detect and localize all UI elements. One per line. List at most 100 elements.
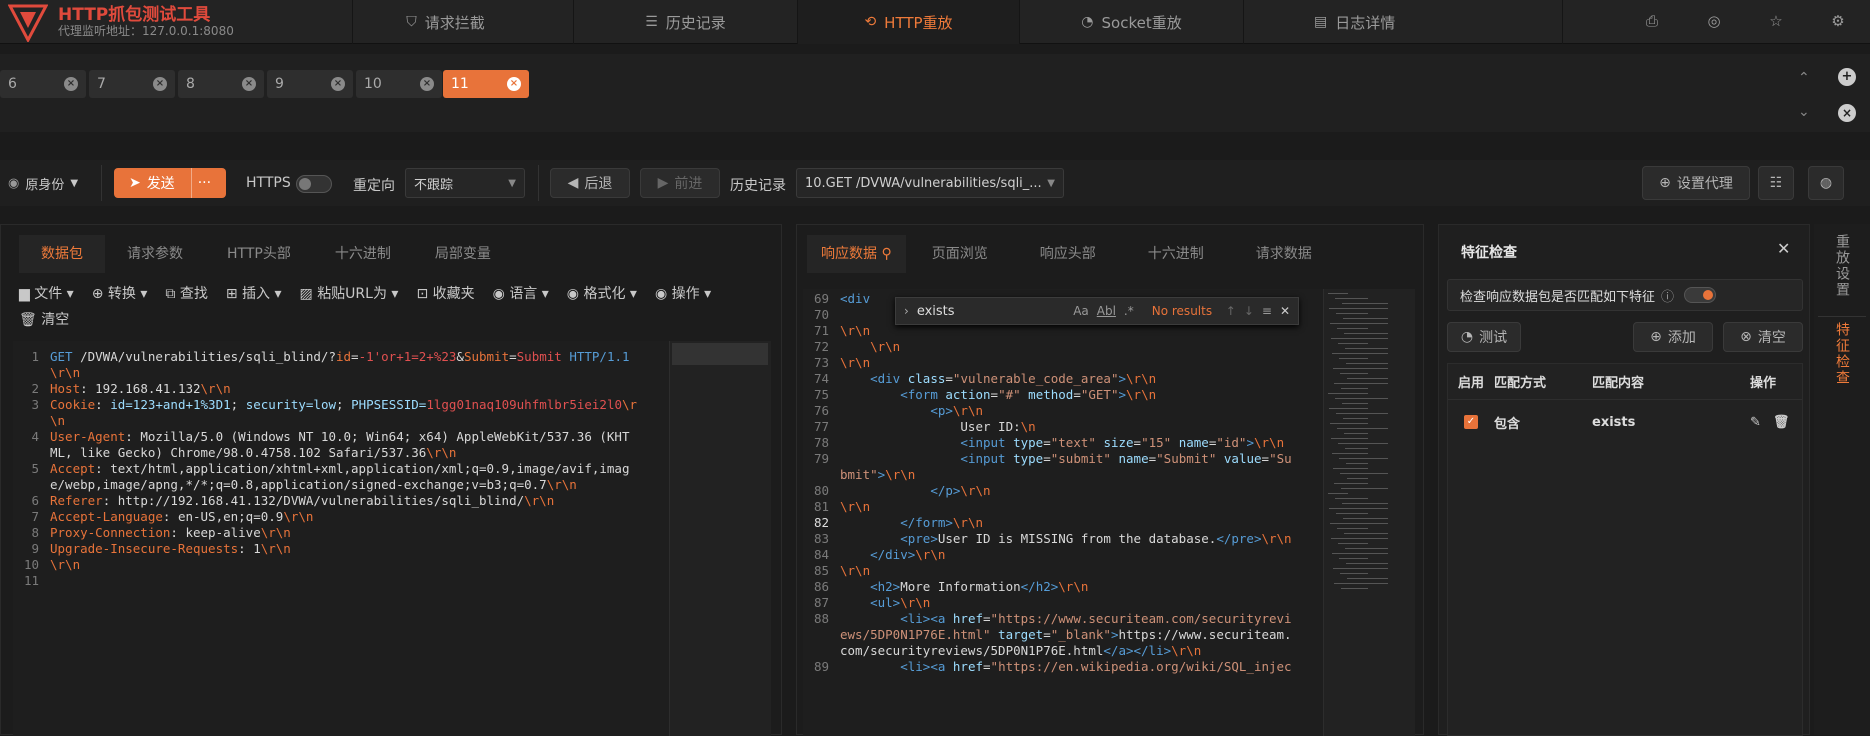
replay-tab-active[interactable]: 11 × xyxy=(443,70,529,98)
paste-url-menu[interactable]: ▨ 粘贴URL为 ▾ xyxy=(300,283,399,303)
history-select[interactable]: 10.GET /DVWA/vulnerabilities/sqli_... ▼ xyxy=(796,168,1064,198)
convert-menu[interactable]: ⊕ 转换 ▾ xyxy=(92,283,148,303)
tab-local-vars[interactable]: 局部变量 xyxy=(413,235,513,273)
tab-request-data[interactable]: 请求数据 xyxy=(1230,235,1338,273)
forward-button[interactable]: ▶ 前进 xyxy=(640,168,720,198)
favorites-button[interactable]: ⊡ 收藏夹 xyxy=(416,283,474,303)
tab-response-headers[interactable]: 响应头部 xyxy=(1014,235,1122,273)
replay-tab[interactable]: 10 × xyxy=(356,70,442,98)
chevron-down-icon[interactable]: ⌄ xyxy=(1798,104,1810,120)
close-icon[interactable]: × xyxy=(153,77,167,91)
minimap-line xyxy=(1347,378,1388,379)
code-token: "submit" xyxy=(1050,451,1111,466)
replay-tab[interactable]: 6 × xyxy=(0,70,86,98)
help-icon[interactable]: ⓘ xyxy=(1661,286,1674,305)
send-button[interactable]: ➤ 发送 ··· xyxy=(114,168,226,198)
close-icon[interactable]: × xyxy=(331,77,345,91)
tab-packet[interactable]: 数据包 xyxy=(19,235,105,273)
file-menu[interactable]: ▆ 文件 ▾ xyxy=(19,283,74,303)
convert-icon: ⊕ xyxy=(91,286,108,302)
close-icon[interactable]: × xyxy=(64,77,78,91)
code-token: Upgrade-Insecure-Requests xyxy=(50,541,239,556)
trash-icon[interactable]: 🗑 xyxy=(1773,415,1790,430)
tab-hex[interactable]: 十六进制 xyxy=(313,235,413,273)
redirect-select[interactable]: 不跟踪 ▼ xyxy=(405,168,525,198)
tab-log-details[interactable]: ▤ 日志详情 xyxy=(1243,0,1563,44)
close-icon[interactable]: × xyxy=(242,77,256,91)
insert-menu[interactable]: ⊞ 插入 ▾ xyxy=(226,283,282,303)
whole-word-toggle[interactable]: Abl xyxy=(1097,304,1116,318)
minimap-line xyxy=(1336,313,1368,314)
regex-toggle[interactable]: .* xyxy=(1124,304,1134,318)
tab-response-hex[interactable]: 十六进制 xyxy=(1122,235,1230,273)
find-input[interactable]: exists xyxy=(917,304,1065,319)
arrow-down-icon[interactable]: ↓ xyxy=(1244,304,1254,318)
more-options-button[interactable]: ··· xyxy=(198,175,211,191)
close-icon[interactable]: ✕ xyxy=(1777,239,1790,258)
close-icon[interactable]: × xyxy=(420,77,434,91)
tab-http-replay[interactable]: ⟲ HTTP重放 xyxy=(797,0,1019,44)
tab-request-intercept[interactable]: ⛉ 请求拦截 xyxy=(352,0,538,44)
code-token: > xyxy=(1118,371,1127,386)
globe-icon[interactable]: ◍ xyxy=(1808,166,1844,200)
language-menu[interactable]: ◉ 语言 ▾ xyxy=(493,283,549,303)
chevron-up-icon[interactable]: ⌃ xyxy=(1798,70,1810,86)
replay-tab[interactable]: 9 × xyxy=(267,70,353,98)
format-menu[interactable]: ◉ 格式化 ▾ xyxy=(567,283,637,303)
printer-icon[interactable]: ⎙ xyxy=(1642,12,1662,32)
feature-check-label: 检查响应数据包是否匹配如下特征 xyxy=(1460,289,1656,305)
chevron-right-icon[interactable]: › xyxy=(904,304,909,318)
response-minimap[interactable] xyxy=(1323,289,1415,736)
add-tab-icon[interactable]: + xyxy=(1838,68,1856,86)
code-token: = xyxy=(983,611,991,626)
tab-page-view[interactable]: 页面浏览 xyxy=(906,235,1014,273)
find-in-selection-icon[interactable]: ≡ xyxy=(1262,304,1272,318)
side-tab-replay-settings[interactable]: 重放设置 xyxy=(1832,234,1852,298)
code-token: : http://192.168.41.132/DVWA/vulnerabili… xyxy=(102,493,525,508)
request-editor[interactable]: 1 GET /DVWA/vulnerabilities/sqli_blind/?i… xyxy=(13,341,771,736)
minimap-line xyxy=(1335,398,1388,399)
https-toggle[interactable] xyxy=(296,175,332,193)
identity-select[interactable]: ◉ 原身份 ▼ xyxy=(8,174,78,193)
test-button[interactable]: ◔ 测试 xyxy=(1447,322,1521,352)
side-tab-feature-check[interactable]: 特征检查 xyxy=(1832,322,1852,386)
tab-socket-replay[interactable]: ◔ Socket重放 xyxy=(1019,0,1243,44)
minimap-line xyxy=(1339,458,1388,459)
back-button[interactable]: ◀ 后退 xyxy=(550,168,630,198)
sliders-icon[interactable]: ☷ xyxy=(1758,166,1794,200)
close-icon[interactable]: × xyxy=(507,77,521,91)
close-icon[interactable]: ✕ xyxy=(1280,304,1290,318)
code-token: action xyxy=(945,387,991,402)
gear-icon[interactable]: ⚙ xyxy=(1828,12,1848,32)
request-minimap[interactable] xyxy=(669,341,771,736)
match-case-toggle[interactable]: Aa xyxy=(1073,304,1089,318)
edit-icon[interactable]: ✎ xyxy=(1750,415,1761,430)
code-token: = xyxy=(1043,435,1051,450)
feature-check-toggle[interactable] xyxy=(1684,287,1717,303)
actions-menu[interactable]: ◉ 操作 ▾ xyxy=(655,283,711,303)
browser-icon[interactable]: ◎ xyxy=(1704,12,1724,32)
replay-tab[interactable]: 8 × xyxy=(178,70,264,98)
code-token: "#" xyxy=(998,387,1021,402)
response-editor[interactable]: 69 <div 70 71 \r\n 72 \r\n 73 \r\n 74 <div class… xyxy=(803,289,1415,736)
add-rule-button[interactable]: ⊕ 添加 xyxy=(1633,322,1713,352)
code-token: \r\n xyxy=(260,541,291,556)
arrow-up-icon[interactable]: ↑ xyxy=(1226,304,1236,318)
code-token: \r\n xyxy=(1126,387,1157,402)
enable-checkbox[interactable]: ✓ xyxy=(1448,415,1494,429)
tab-response-data[interactable]: 响应数据 ⚲ xyxy=(807,235,906,273)
clear-button[interactable]: 🗑 清空 xyxy=(19,309,69,329)
tab-params[interactable]: 请求参数 xyxy=(105,235,205,273)
code-token: \r\n xyxy=(1126,371,1157,386)
replay-tab[interactable]: 7 × xyxy=(89,70,175,98)
close-all-icon[interactable]: × xyxy=(1838,104,1856,122)
clear-rules-button[interactable]: ⊗ 清空 xyxy=(1723,322,1803,352)
set-proxy-button[interactable]: ⊕ 设置代理 xyxy=(1642,166,1750,200)
code-token: size xyxy=(1103,435,1134,450)
star-list-icon[interactable]: ☆ xyxy=(1766,12,1786,32)
find-button[interactable]: ⧉ 查找 xyxy=(165,283,207,303)
tab-http-headers[interactable]: HTTP头部 xyxy=(205,235,313,273)
code-token: \r xyxy=(622,397,638,412)
tab-history[interactable]: ☰ 历史记录 xyxy=(573,0,797,44)
